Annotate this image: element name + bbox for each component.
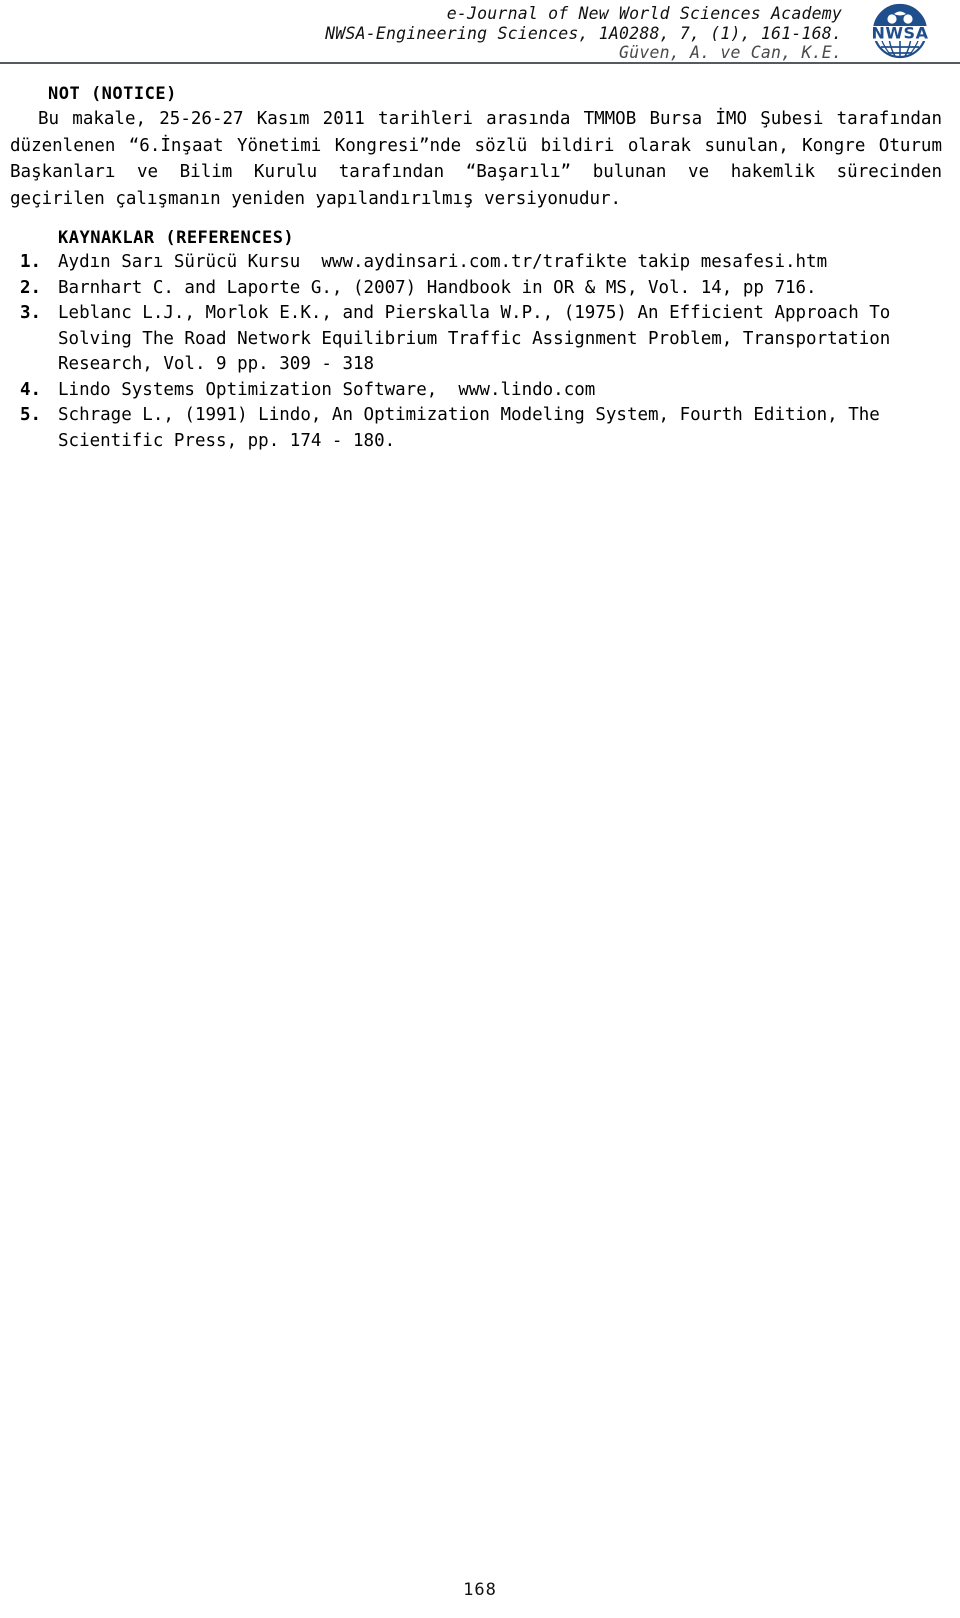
journal-citation-block: e-Journal of New World Sciences Academy … [0,4,960,63]
reference-item: 3. Leblanc L.J., Morlok E.K., and Piersk… [10,301,942,378]
reference-number: 2. [20,277,42,298]
svg-text:NWSA: NWSA [872,24,929,43]
reference-item: 5. Schrage L., (1991) Lindo, An Optimiza… [10,403,942,454]
article-authors: Güven, A. ve Can, K.E. [619,43,842,62]
reference-text: Schrage L., (1991) Lindo, An Optimizatio… [58,405,891,451]
reference-number: 3. [20,303,42,323]
references-list: 1. Aydın Sarı Sürücü Kursu www.aydinsari… [10,250,942,454]
page-header: e-Journal of New World Sciences Academy … [0,0,960,62]
reference-text: Lindo Systems Optimization Software, www… [58,379,596,400]
reference-text: Leblanc L.J., Morlok E.K., and Pierskall… [58,303,901,374]
reference-number: 1. [20,252,42,272]
notice-paragraph: Bu makale, 25-26-27 Kasım 2011 tarihleri… [10,106,942,212]
reference-number: 4. [20,379,42,400]
reference-number: 5. [20,405,42,425]
journal-issue-citation: NWSA-Engineering Sciences, 1A0288, 7, (1… [325,23,842,43]
notice-paragraph-text: Bu makale, 25-26-27 Kasım 2011 tarihleri… [10,109,942,209]
reference-item: 4. Lindo Systems Optimization Software, … [10,378,942,404]
journal-name: e-Journal of New World Sciences Academy [446,4,842,23]
page-content: NOT (NOTICE) Bu makale, 25-26-27 Kasım 2… [0,64,960,454]
reference-item: 1. Aydın Sarı Sürücü Kursu www.aydinsari… [10,250,942,276]
nwsa-logo-icon: NWSA [848,2,952,60]
reference-text: Aydın Sarı Sürücü Kursu www.aydinsari.co… [58,252,828,272]
reference-text: Barnhart C. and Laporte G., (2007) Handb… [58,277,817,298]
notice-heading: NOT (NOTICE) [48,84,177,104]
reference-item: 2. Barnhart C. and Laporte G., (2007) Ha… [10,276,942,302]
references-heading: KAYNAKLAR (REFERENCES) [58,228,295,248]
page-number-footer: 168 [463,1580,497,1600]
